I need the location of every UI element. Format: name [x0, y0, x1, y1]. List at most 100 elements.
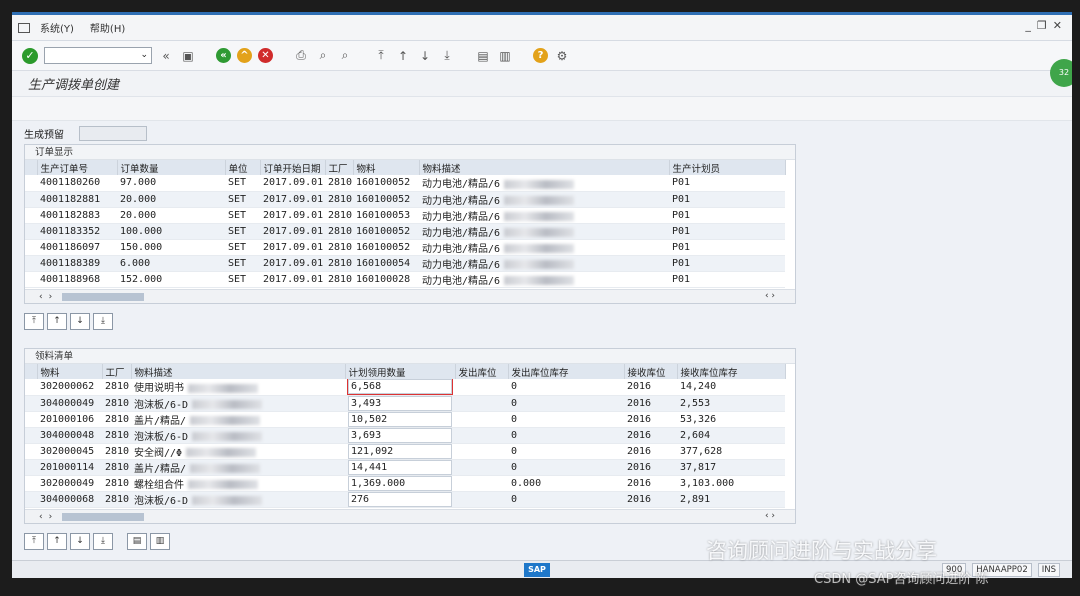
row-selector[interactable] — [25, 491, 37, 508]
new-session-icon[interactable]: ▤ — [475, 48, 491, 64]
row-selector[interactable] — [25, 271, 37, 288]
first-page-icon[interactable]: ⤒ — [373, 48, 389, 64]
restore-icon[interactable]: ❐ — [1037, 19, 1047, 32]
col-unit[interactable]: 单位 — [225, 160, 261, 175]
scroll-thumb[interactable] — [62, 512, 145, 521]
next-page-icon[interactable]: ↓ — [417, 48, 433, 64]
table-cell[interactable]: 3,693 — [345, 427, 455, 444]
col-material-desc[interactable]: 物料描述 — [131, 364, 346, 379]
select-block-button[interactable]: ↑ — [47, 533, 67, 550]
table-cell[interactable]: 6,568 — [345, 379, 455, 396]
row-selector[interactable] — [25, 459, 37, 476]
col-start-date[interactable]: 订单开始日期 — [260, 160, 326, 175]
scroll-arrows-right[interactable]: ‹ › — [765, 291, 775, 301]
col-receive-sloc[interactable]: 接收库位 — [624, 364, 678, 379]
table-row[interactable]: 4001188389 6.000 SET 2017.09.01 2810 16010005… — [25, 255, 785, 272]
orders-hscroll[interactable]: ‹ › ‹ › — [25, 289, 795, 303]
deselect-button[interactable]: ↓ — [70, 533, 90, 550]
col-plant[interactable]: 工厂 — [102, 364, 132, 379]
row-selector[interactable] — [25, 239, 37, 256]
row-selector[interactable] — [25, 475, 37, 492]
table-row[interactable]: 302000045 2810 安全阀//Φ 121,092 0 2016 377,628 — [25, 443, 785, 460]
row-selector[interactable] — [25, 443, 37, 460]
table-cell[interactable]: 121,092 — [345, 443, 455, 460]
row-selector[interactable] — [25, 207, 37, 224]
menu-icon[interactable] — [18, 22, 30, 33]
back-double-icon[interactable]: « — [158, 48, 174, 64]
row-selector[interactable] — [25, 379, 37, 396]
expand-button[interactable]: ▤ — [127, 533, 147, 550]
row-selector[interactable] — [25, 427, 37, 444]
cancel-icon[interactable]: ✕ — [258, 48, 273, 63]
table-row[interactable]: 302000049 2810 螺栓组合件 1,369.000 0.000 2016 3,10… — [25, 475, 785, 492]
materials-hscroll[interactable]: ‹ › ‹ › — [25, 509, 795, 523]
table-row[interactable]: 4001180260 97.000 SET 2017.09.01 2810 1601000… — [25, 175, 785, 192]
row-selector[interactable] — [25, 255, 37, 272]
enter-icon[interactable]: ✓ — [22, 47, 38, 64]
scroll-left-icon[interactable]: ‹ — [39, 512, 43, 522]
row-selector[interactable] — [25, 411, 37, 428]
table-row[interactable]: 4001182883 20.000 SET 2017.09.01 2810 1601000… — [25, 207, 785, 224]
col-material[interactable]: 物料 — [353, 160, 420, 175]
col-order-no[interactable]: 生产订单号 — [37, 160, 118, 175]
col-order-qty[interactable]: 订单数量 — [117, 160, 226, 175]
col-planner[interactable]: 生产计划员 — [669, 160, 786, 175]
row-selector[interactable] — [25, 175, 37, 192]
back-icon[interactable]: « — [216, 48, 231, 63]
col-plant[interactable]: 工厂 — [325, 160, 354, 175]
table-cell[interactable]: 276 — [345, 491, 455, 508]
help-icon[interactable]: ? — [533, 48, 548, 63]
table-cell[interactable]: 1,369.000 — [345, 475, 455, 492]
prev-page-icon[interactable]: ↑ — [395, 48, 411, 64]
last-page-icon[interactable]: ⤓ — [439, 48, 455, 64]
scroll-thumb[interactable] — [62, 292, 145, 301]
menu-system[interactable]: 系统(Y) — [40, 20, 74, 35]
table-row[interactable]: 201000114 2810 盖片/精品/14,441 0 2016 37,817 — [25, 459, 785, 476]
row-selector[interactable] — [25, 191, 37, 208]
scroll-right-icon[interactable]: › — [49, 292, 53, 302]
table-row[interactable]: 4001182881 20.000 SET 2017.09.01 2810 1601000… — [25, 191, 785, 208]
table-row[interactable]: 4001186097 150.000 SET 2017.09.01 2810 160100… — [25, 239, 785, 256]
find-next-icon[interactable]: ⌕ — [337, 48, 353, 64]
table-row[interactable]: 4001188968 152.000 SET 2017.09.01 2810 160100… — [25, 271, 785, 288]
table-row[interactable]: 4001183352 100.000 SET 2017.09.01 2810 160100… — [25, 223, 785, 240]
table-cell[interactable]: 14,441 — [345, 459, 455, 476]
col-issue-stock[interactable]: 发出库位库存 — [508, 364, 625, 379]
row-selector[interactable] — [25, 223, 37, 240]
command-field[interactable]: ⌄ — [44, 47, 152, 64]
col-planned-qty[interactable]: 计划领用数量 — [345, 364, 456, 379]
table-cell[interactable]: 3,493 — [345, 395, 455, 412]
print-icon[interactable]: ⎙ — [293, 48, 309, 64]
select-block-button[interactable]: ↑ — [47, 313, 67, 330]
menu-help[interactable]: 帮助(H) — [90, 20, 125, 35]
col-material[interactable]: 物料 — [37, 364, 103, 379]
row-selector[interactable] — [25, 395, 37, 412]
close-icon[interactable]: ✕ — [1053, 19, 1062, 32]
row-selector-header[interactable] — [25, 160, 38, 175]
deselect-all-button[interactable]: ⤓ — [93, 533, 113, 550]
col-issue-sloc[interactable]: 发出库位 — [455, 364, 509, 379]
col-material-desc[interactable]: 物料描述 — [419, 160, 670, 175]
find-icon[interactable]: ⌕ — [315, 48, 331, 64]
settings-icon[interactable]: ⚙ — [554, 48, 570, 64]
table-row[interactable]: 201000106 2810 盖片/精品/10,502 0 2016 53,326 — [25, 411, 785, 428]
shortcut-icon[interactable]: ▥ — [497, 48, 513, 64]
minimize-icon[interactable]: _ — [1025, 19, 1031, 32]
deselect-all-button[interactable]: ⤓ — [93, 313, 113, 330]
scroll-left-icon[interactable]: ‹ — [39, 292, 43, 302]
select-all-button[interactable]: ⤒ — [24, 533, 44, 550]
row-selector-header[interactable] — [25, 364, 38, 379]
scroll-right-icon[interactable]: › — [49, 512, 53, 522]
table-row[interactable]: 304000048 2810 泡沫板/6-D 3,693 0 2016 2,604 — [25, 427, 785, 444]
table-cell[interactable]: 10,502 — [345, 411, 455, 428]
select-all-button[interactable]: ⤒ — [24, 313, 44, 330]
collapse-button[interactable]: ▥ — [150, 533, 170, 550]
reservation-input[interactable] — [79, 126, 147, 141]
deselect-button[interactable]: ↓ — [70, 313, 90, 330]
table-row[interactable]: 304000049 2810 泡沫板/6-D 3,493 0 2016 2,553 — [25, 395, 785, 412]
save-icon[interactable]: ▣ — [180, 48, 196, 64]
table-row[interactable]: 302000062 2810 使用说明书 6,568 0 2016 14,240 — [25, 379, 785, 396]
notification-badge[interactable]: 32 — [1050, 59, 1072, 87]
exit-icon[interactable]: ^ — [237, 48, 252, 63]
scroll-arrows-right[interactable]: ‹ › — [765, 511, 775, 521]
